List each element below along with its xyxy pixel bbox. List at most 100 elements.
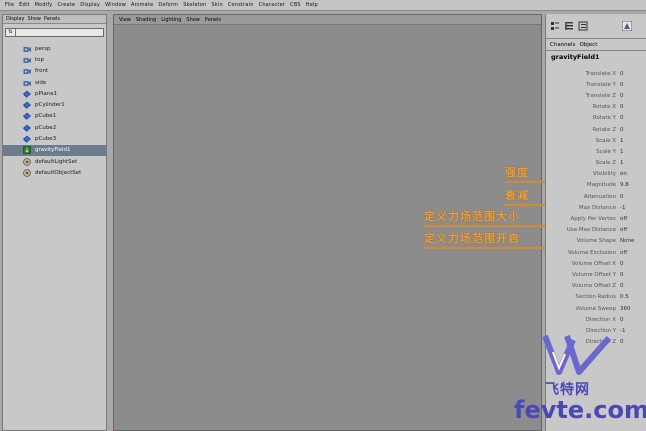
attribute-row[interactable]: Volume Shape None	[546, 236, 646, 247]
attribute-value[interactable]: off	[620, 227, 627, 233]
attribute-value[interactable]: off	[620, 250, 627, 256]
menu-help[interactable]: Help	[306, 2, 318, 8]
attribute-value[interactable]: 0	[620, 71, 624, 77]
attribute-row[interactable]: Max Distance -1	[546, 202, 646, 213]
outliner-menu-panels[interactable]: Panels	[44, 16, 60, 22]
viewport-menu-show[interactable]: Show	[186, 17, 200, 23]
menu-edit[interactable]: Edit	[19, 2, 29, 8]
attribute-row[interactable]: Scale X 1	[546, 135, 646, 146]
menu-modify[interactable]: Modify	[35, 2, 53, 8]
viewport-menu-shading[interactable]: Shading	[136, 17, 156, 23]
outliner-item[interactable]: top	[3, 54, 106, 65]
set-icon	[23, 157, 31, 166]
attribute-value[interactable]: 0	[620, 339, 624, 345]
menu-animate[interactable]: Animate	[131, 2, 153, 8]
tab-channels[interactable]: Channels	[550, 42, 575, 48]
attribute-row[interactable]: Translate Y 0	[546, 79, 646, 90]
attribute-name: Volume Offset Y	[572, 271, 616, 278]
annotation-magnitude: 强度	[505, 166, 529, 179]
menu-window[interactable]: Window	[105, 2, 126, 8]
attribute-value[interactable]: 1	[620, 138, 624, 144]
outliner-item[interactable]: pCube3	[3, 133, 106, 144]
outliner-item[interactable]: persp	[3, 43, 106, 54]
channel-box-toggle-icon[interactable]	[550, 21, 560, 31]
attribute-row[interactable]: Volume Offset Y 0	[546, 269, 646, 280]
attribute-row[interactable]: Use Max Distance off	[546, 225, 646, 236]
annotation-underline	[424, 247, 545, 249]
outliner-item[interactable]: front	[3, 66, 106, 77]
attribute-row[interactable]: Volume Exclusion off	[546, 247, 646, 258]
annotation-use-max-distance: 定义力场范围开启	[424, 232, 520, 245]
attribute-row[interactable]: Scale Y 1	[546, 146, 646, 157]
attribute-row[interactable]: Translate X0	[546, 68, 646, 79]
attribute-value[interactable]: 0	[620, 82, 624, 88]
attribute-value[interactable]: 0	[620, 104, 624, 110]
attribute-row[interactable]: Section Radius 0.5	[546, 292, 646, 303]
outliner-panel: Display Show Panels ⇅ persp top front side p…	[2, 14, 107, 431]
attribute-row[interactable]: Volume Offset Z 0	[546, 281, 646, 292]
attribute-value[interactable]: 0	[620, 317, 624, 323]
attribute-row[interactable]: Direction X 0	[546, 314, 646, 325]
attribute-row[interactable]: Volume Sweep 360	[546, 303, 646, 314]
outliner-item[interactable]: pCube2	[3, 122, 106, 133]
attribute-name: Translate Z	[585, 92, 617, 99]
menu-cbs[interactable]: CBS	[290, 2, 301, 8]
attribute-value[interactable]: 0	[620, 283, 624, 289]
layer-editor-icon[interactable]	[564, 21, 574, 31]
attribute-value[interactable]: -1	[620, 205, 625, 211]
attribute-row[interactable]: Rotate Z 0	[546, 124, 646, 135]
attribute-row[interactable]: Attenuation 0	[546, 191, 646, 202]
attribute-value[interactable]: 0	[620, 261, 624, 267]
attribute-value[interactable]: off	[620, 216, 627, 222]
outliner-item[interactable]: defaultObjectSet	[3, 167, 106, 178]
attribute-name: Translate X	[585, 70, 617, 77]
attribute-row[interactable]: Visibility on	[546, 169, 646, 180]
menu-skin[interactable]: Skin	[211, 2, 222, 8]
attribute-row[interactable]: Apply Per Vertex off	[546, 213, 646, 224]
attribute-value[interactable]: 0	[620, 115, 624, 121]
menu-display[interactable]: Display	[80, 2, 100, 8]
menu-character[interactable]: Character	[259, 2, 286, 8]
attribute-value[interactable]: 360	[620, 306, 631, 312]
outliner-item[interactable]: defaultLightSet	[3, 156, 106, 167]
selected-node-name[interactable]: gravityField1	[546, 51, 646, 62]
filter-icon[interactable]: ⇅	[6, 29, 16, 36]
attribute-row[interactable]: Magnitude 9.8	[546, 180, 646, 191]
outliner-search-input[interactable]	[16, 29, 100, 36]
outliner-item[interactable]: pCube1	[3, 111, 106, 122]
outliner-menu-show[interactable]: Show	[27, 16, 41, 22]
attribute-value[interactable]: on	[620, 171, 627, 177]
attribute-value[interactable]: 0	[620, 194, 624, 200]
outliner-menu-display[interactable]: Display	[6, 16, 24, 22]
attribute-value[interactable]: 0	[620, 272, 624, 278]
viewport-menu-lighting[interactable]: Lighting	[161, 17, 181, 23]
annotation-underline	[424, 225, 545, 227]
outliner-item[interactable]: pPlane1	[3, 88, 106, 99]
menu-deform[interactable]: Deform	[158, 2, 178, 8]
menu-create[interactable]: Create	[57, 2, 75, 8]
menu-constrain[interactable]: Constrain	[228, 2, 254, 8]
attribute-row[interactable]: Rotate Y 0	[546, 113, 646, 124]
attribute-editor-icon[interactable]	[578, 21, 588, 31]
tab-object[interactable]: Object	[579, 42, 597, 48]
tool-settings-icon[interactable]	[622, 21, 632, 31]
attribute-value[interactable]: 9.8	[620, 182, 629, 188]
outliner-item[interactable]: gravityField1	[3, 144, 106, 156]
viewport-menu-view[interactable]: View	[119, 17, 131, 23]
attribute-value[interactable]: None	[620, 238, 634, 244]
outliner-item[interactable]: side	[3, 77, 106, 88]
attribute-value[interactable]: 1	[620, 149, 624, 155]
attribute-value[interactable]: 0	[620, 93, 624, 99]
menu-skeleton[interactable]: Skeleton	[183, 2, 206, 8]
viewport-menu-panels[interactable]: Panels	[205, 17, 221, 23]
outliner-item[interactable]: pCylinder1	[3, 99, 106, 110]
attribute-value[interactable]: 1	[620, 160, 624, 166]
attribute-value[interactable]: 0	[620, 127, 624, 133]
attribute-value[interactable]: 0.5	[620, 294, 629, 300]
attribute-row[interactable]: Rotate X 0	[546, 102, 646, 113]
attribute-row[interactable]: Volume Offset X 0	[546, 258, 646, 269]
attribute-row[interactable]: Scale Z 1	[546, 158, 646, 169]
attribute-row[interactable]: Translate Z0	[546, 90, 646, 101]
attribute-value[interactable]: -1	[620, 328, 625, 334]
menu-file[interactable]: File	[5, 2, 14, 8]
